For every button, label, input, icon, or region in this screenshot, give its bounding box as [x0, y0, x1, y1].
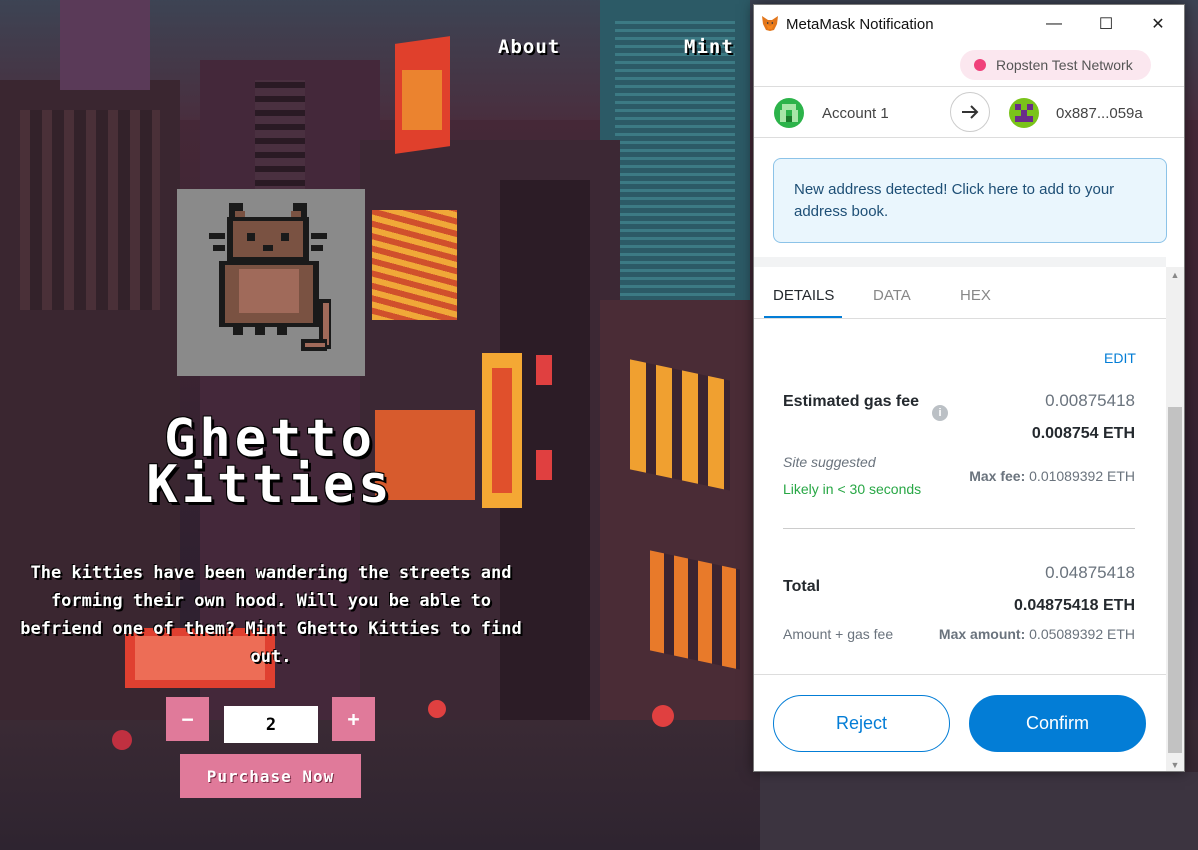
max-fee-value: 0.01089392 ETH	[1029, 468, 1135, 484]
confirm-button[interactable]: Confirm	[969, 695, 1146, 752]
from-account-name[interactable]: Account 1	[822, 105, 889, 122]
estimated-gas-fee-label: Estimated gas fee	[783, 393, 920, 410]
hero-title: Ghetto Kitties	[146, 409, 394, 515]
max-amount-value: 0.05089392 ETH	[1029, 626, 1135, 642]
to-address-avatar	[1009, 98, 1039, 128]
footer-divider	[754, 674, 1166, 675]
arrow-right-icon	[950, 92, 990, 132]
tab-data[interactable]: DATA	[873, 287, 911, 304]
purchase-now-button[interactable]: Purchase Now	[180, 754, 361, 798]
quantity-decrease-button[interactable]: −	[166, 697, 209, 741]
nav-about-link[interactable]: About	[498, 36, 560, 58]
site-suggested-label: Site suggested	[783, 454, 876, 470]
network-name: Ropsten Test Network	[996, 57, 1133, 73]
info-icon[interactable]: i	[932, 405, 948, 421]
quantity-input[interactable]	[224, 706, 318, 743]
gas-fee-secondary: 0.00875418	[1045, 391, 1135, 410]
close-icon[interactable]: ✕	[1132, 5, 1184, 43]
scrollbar[interactable]: ▲ ▼	[1166, 267, 1184, 771]
new-address-notice[interactable]: New address detected! Click here to add …	[773, 158, 1167, 243]
divider	[783, 528, 1135, 529]
max-amount-row: Max amount: 0.05089392 ETH	[914, 626, 1135, 642]
total-label: Total	[783, 578, 821, 595]
divider	[754, 318, 1166, 319]
scroll-thumb[interactable]	[1168, 407, 1182, 753]
cat-icon	[209, 203, 331, 351]
hero-description: The kitties have been wandering the stre…	[20, 563, 522, 667]
quantity-increase-button[interactable]: +	[332, 697, 375, 741]
nav-mint-link[interactable]: Mint	[684, 36, 734, 58]
tab-hex[interactable]: HEX	[960, 287, 991, 304]
maximize-icon[interactable]: ☐	[1080, 5, 1132, 43]
gas-timing-estimate: Likely in < 30 seconds	[783, 481, 922, 497]
to-address[interactable]: 0x887...059a	[1056, 105, 1143, 122]
gas-fee-primary: 0.008754 ETH	[1031, 425, 1135, 442]
scroll-down-icon[interactable]: ▼	[1166, 757, 1184, 771]
edit-gas-link[interactable]: EDIT	[1104, 350, 1136, 366]
network-selector[interactable]: Ropsten Test Network	[960, 50, 1151, 80]
network-status-dot	[974, 59, 986, 71]
total-primary: 0.04875418 ETH	[1014, 597, 1135, 614]
total-secondary: 0.04875418	[1045, 563, 1135, 582]
amount-gas-fee-label: Amount + gas fee	[783, 626, 894, 642]
section-separator	[754, 257, 1166, 267]
max-amount-label: Max amount:	[938, 626, 1026, 642]
max-fee-row: Max fee: 0.01089392 ETH	[954, 468, 1135, 484]
divider	[754, 137, 1184, 138]
divider	[754, 86, 1184, 87]
metamask-notification-window: MetaMask Notification — ☐ ✕ Ropsten Test…	[753, 4, 1185, 772]
window-titlebar[interactable]: MetaMask Notification — ☐ ✕	[754, 5, 1184, 43]
tab-details[interactable]: DETAILS	[773, 287, 834, 304]
window-title: MetaMask Notification	[786, 16, 934, 33]
kitty-pixel-art	[177, 189, 365, 376]
from-account-avatar	[774, 98, 804, 128]
scroll-up-icon[interactable]: ▲	[1166, 267, 1184, 283]
minimize-icon[interactable]: —	[1028, 5, 1080, 43]
max-fee-label: Max fee:	[969, 468, 1026, 484]
reject-button[interactable]: Reject	[773, 695, 950, 752]
metamask-fox-icon	[762, 16, 778, 31]
